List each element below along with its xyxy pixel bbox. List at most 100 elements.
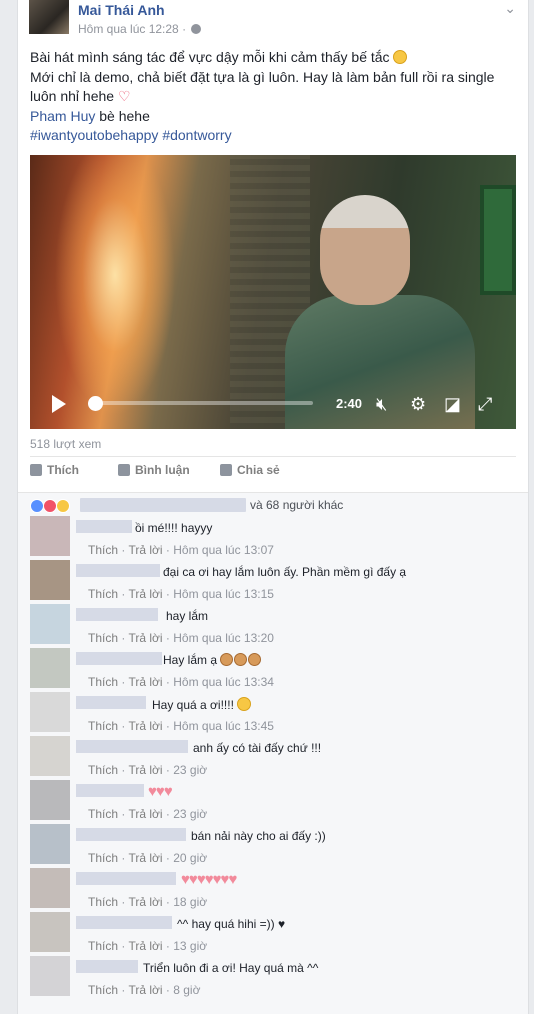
comment-reply-link[interactable]: Trả lời <box>128 807 162 821</box>
reactions-summary[interactable]: và 68 người khác <box>18 492 528 516</box>
comment-item: Hay quá a ơi!!!! Thích · Trả lời · Hôm q… <box>18 692 528 736</box>
heart-emoji-icon: ♡ <box>117 88 131 104</box>
meta-sep: · <box>162 543 174 557</box>
comment-text: hay lắm <box>166 609 209 623</box>
comment-time[interactable]: Hôm qua lúc 13:45 <box>173 719 274 733</box>
commenter-avatar[interactable] <box>30 780 70 820</box>
comment-reply-link[interactable]: Trả lời <box>128 895 162 909</box>
comment-like-link[interactable]: Thích <box>88 719 118 733</box>
like-button[interactable]: Thích <box>30 463 79 477</box>
commenter-avatar[interactable] <box>30 736 70 776</box>
comment-time[interactable]: 23 giờ <box>173 807 207 821</box>
comment-time[interactable]: 23 giờ <box>173 763 207 777</box>
commenter-avatar[interactable] <box>30 516 70 556</box>
post-message: Bài hát mình sáng tác để vực dậy mỗi khi… <box>30 48 520 146</box>
video-progress-handle[interactable] <box>88 396 103 411</box>
commenter-name-blurred[interactable] <box>76 520 132 533</box>
comment-text: ♥♥♥ <box>148 783 173 800</box>
comment-like-link[interactable]: Thích <box>88 587 118 601</box>
comment-time[interactable]: 13 giờ <box>173 939 207 953</box>
settings-gear-icon[interactable]: ⚙ <box>410 395 426 413</box>
comment-time[interactable]: 20 giờ <box>173 851 207 865</box>
author-name[interactable]: Mai Thái Anh <box>78 2 165 18</box>
comment-meta: Thích · Trả lời · 20 giờ <box>88 851 207 865</box>
commenter-name-blurred[interactable] <box>76 652 162 665</box>
like-label: Thích <box>47 463 79 477</box>
comment-like-link[interactable]: Thích <box>88 807 118 821</box>
commenter-avatar[interactable] <box>30 604 70 644</box>
commenter-name-blurred[interactable] <box>76 960 138 973</box>
comment-reply-link[interactable]: Trả lời <box>128 675 162 689</box>
author-avatar[interactable] <box>29 0 69 34</box>
cookie-emoji-icon <box>248 653 262 666</box>
pop-out-icon[interactable]: ◪ <box>444 395 461 413</box>
mute-icon[interactable]: 🔇︎ <box>376 395 387 413</box>
comment-time[interactable]: Hôm qua lúc 13:20 <box>173 631 274 645</box>
comment-reply-link[interactable]: Trả lời <box>128 939 162 953</box>
meta-sep: · <box>118 763 129 777</box>
chevron-down-icon[interactable]: ⌄ <box>504 0 516 17</box>
comment-like-link[interactable]: Thích <box>88 851 118 865</box>
comment-text: ồi mé!!!! hayyy <box>135 521 213 535</box>
comment-like-link[interactable]: Thích <box>88 763 118 777</box>
commenter-avatar[interactable] <box>30 956 70 996</box>
globe-icon <box>191 24 202 34</box>
commenter-avatar[interactable] <box>30 912 70 952</box>
post-timestamp[interactable]: Hôm qua lúc 12:28 · <box>78 22 202 36</box>
post-hashtags[interactable]: #iwantyoutobehappy #dontworry <box>30 126 520 146</box>
post-time[interactable]: Hôm qua lúc 12:28 · <box>78 22 189 36</box>
commenter-name-blurred[interactable] <box>76 784 144 797</box>
comment-reply-link[interactable]: Trả lời <box>128 587 162 601</box>
play-icon[interactable] <box>52 395 66 413</box>
comment-reply-link[interactable]: Trả lời <box>128 763 162 777</box>
love-reaction-icon <box>43 499 57 513</box>
comment-like-link[interactable]: Thích <box>88 895 118 909</box>
wow-reaction-icon <box>56 499 70 513</box>
meta-sep: · <box>118 939 129 953</box>
comment-like-link[interactable]: Thích <box>88 939 118 953</box>
meta-sep: · <box>162 851 174 865</box>
comment-like-link[interactable]: Thích <box>88 631 118 645</box>
commenter-name-blurred[interactable] <box>76 608 158 621</box>
comment-reply-link[interactable]: Trả lời <box>128 851 162 865</box>
fullscreen-icon[interactable]: ⤢ <box>478 395 492 413</box>
commenter-avatar[interactable] <box>30 692 70 732</box>
comment-like-link[interactable]: Thích <box>88 543 118 557</box>
comment-reply-link[interactable]: Trả lời <box>128 631 162 645</box>
commenter-avatar[interactable] <box>30 824 70 864</box>
comment-item: anh ấy có tài đấy chứ !!! Thích · Trả lờ… <box>18 736 528 780</box>
commenter-avatar[interactable] <box>30 868 70 908</box>
comment-time[interactable]: Hôm qua lúc 13:15 <box>173 587 274 601</box>
video-progress-track[interactable] <box>95 401 313 405</box>
commenter-name-blurred[interactable] <box>76 564 160 577</box>
tagged-user-link[interactable]: Pham Huy <box>30 108 95 124</box>
share-button[interactable]: Chia sẻ <box>220 463 280 477</box>
comment-button[interactable]: Bình luận <box>118 463 190 477</box>
comment-time[interactable]: 18 giờ <box>173 895 207 909</box>
video-duration: 2:40 <box>336 396 363 411</box>
commenter-name-blurred[interactable] <box>76 872 176 885</box>
meta-sep: · <box>118 983 129 997</box>
meta-sep: · <box>162 939 174 953</box>
comment-time[interactable]: Hôm qua lúc 13:07 <box>173 543 274 557</box>
commenter-avatar[interactable] <box>30 648 70 688</box>
commenter-name-blurred[interactable] <box>76 740 188 753</box>
post-card: Mai Thái Anh Hôm qua lúc 12:28 · ⌄ Bài h… <box>17 0 529 1014</box>
commenter-name-blurred[interactable] <box>76 916 172 929</box>
commenter-name-blurred[interactable] <box>76 696 146 709</box>
comment-reply-link[interactable]: Trả lời <box>128 983 162 997</box>
comment-reply-link[interactable]: Trả lời <box>128 543 162 557</box>
comment-like-link[interactable]: Thích <box>88 983 118 997</box>
comment-label: Bình luận <box>135 463 190 477</box>
video-player[interactable]: 2:40 🔇︎ ⚙ ◪ ⤢ <box>30 155 516 429</box>
reactions-others-text[interactable]: và 68 người khác <box>250 498 343 512</box>
cookie-emoji-icon <box>220 653 234 666</box>
comment-time[interactable]: 8 giờ <box>173 983 200 997</box>
comment-time[interactable]: Hôm qua lúc 13:34 <box>173 675 274 689</box>
commenter-avatar[interactable] <box>30 560 70 600</box>
comment-text: Triển luôn đi a ơi! Hay quá mà ^^ <box>143 961 319 975</box>
comment-like-link[interactable]: Thích <box>88 675 118 689</box>
comment-meta: Thích · Trả lời · 18 giờ <box>88 895 207 909</box>
commenter-name-blurred[interactable] <box>76 828 186 841</box>
comment-reply-link[interactable]: Trả lời <box>128 719 162 733</box>
